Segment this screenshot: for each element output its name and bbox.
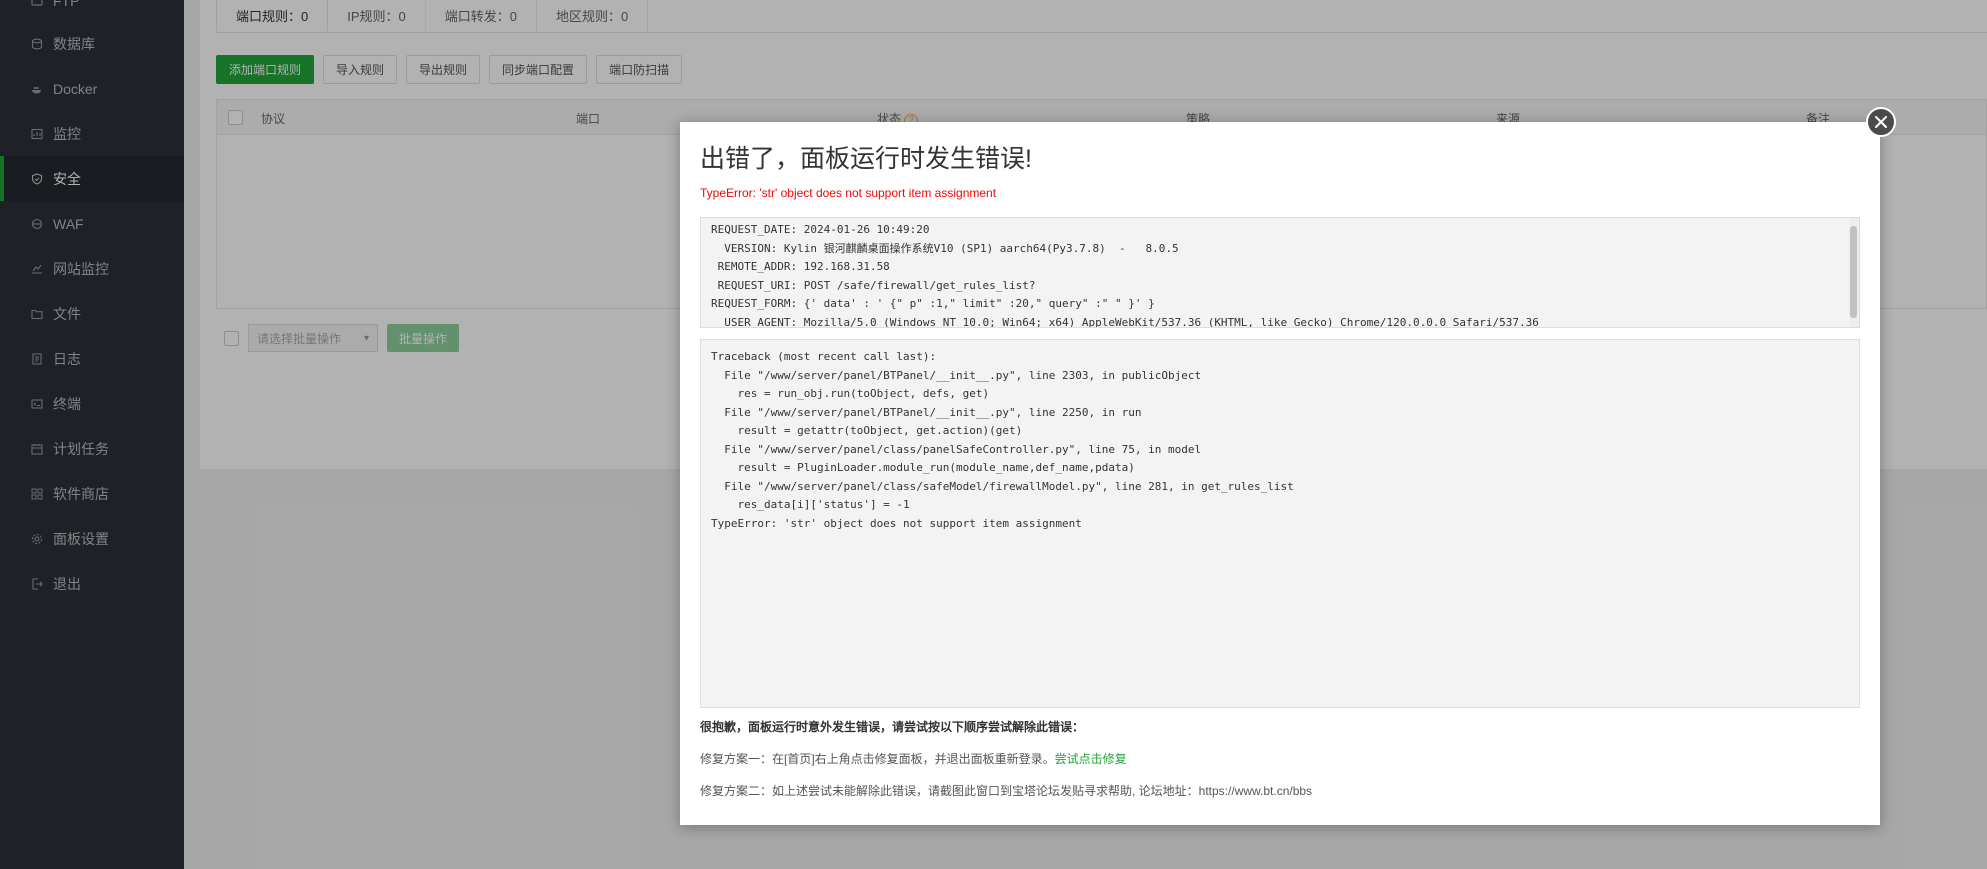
traceback-line: File "/www/server/panel/class/safeModel/… bbox=[711, 479, 1294, 493]
request-info-box[interactable]: REQUEST_DATE: 2024-01-26 10:49:20 VERSIO… bbox=[700, 217, 1860, 328]
request-line: REQUEST_DATE: 2024-01-26 10:49:20 bbox=[711, 223, 930, 236]
traceback-line: Traceback (most recent call last): bbox=[711, 350, 937, 363]
dialog-error-line: TypeError: 'str' object does not support… bbox=[700, 186, 997, 200]
traceback-line: res_data[i]['status'] = -1 bbox=[711, 498, 910, 511]
scrollbar-thumb[interactable] bbox=[1850, 226, 1857, 318]
fix-option-two: 修复方案二：如上述尝试未能解除此错误，请截图此窗口到宝塔论坛发贴寻求帮助, 论坛… bbox=[700, 784, 1313, 798]
dialog-title: 出错了，面板运行时发生错误! bbox=[700, 145, 1032, 173]
request-line: REQUEST_URI: POST /safe/firewall/get_rul… bbox=[711, 278, 1036, 292]
fix-option-one-text: 修复方案一：在[首页]右上角点击修复面板，并退出面板重新登录。 bbox=[700, 752, 1055, 766]
fix-option-one: 修复方案一：在[首页]右上角点击修复面板，并退出面板重新登录。尝试点击修复 bbox=[700, 750, 1127, 767]
traceback-line: TypeError: 'str' object does not support… bbox=[711, 516, 1082, 530]
request-line: REQUEST_FORM: {' data' : ' {" p" :1," li… bbox=[711, 297, 1155, 310]
close-dialog-button[interactable] bbox=[1866, 107, 1896, 137]
try-repair-link[interactable]: 尝试点击修复 bbox=[1055, 752, 1127, 766]
scrollbar[interactable] bbox=[1849, 218, 1859, 327]
help-text: 很抱歉，面板运行时意外发生错误，请尝试按以下顺序尝试解除此错误： bbox=[700, 720, 1085, 734]
traceback-box[interactable]: Traceback (most recent call last): File … bbox=[700, 339, 1860, 708]
traceback-line: File "/www/server/panel/BTPanel/__init__… bbox=[711, 368, 1202, 382]
close-icon bbox=[1875, 116, 1887, 128]
traceback-line: result = PluginLoader.module_run(module_… bbox=[711, 461, 1135, 474]
error-dialog: 出错了，面板运行时发生错误! TypeError: 'str' object d… bbox=[680, 122, 1880, 825]
request-line: VERSION: Kylin 银河麒麟桌面操作系统V10 (SP1) aarch… bbox=[711, 241, 1179, 255]
traceback-line: result = getattr(toObject, get.action)(g… bbox=[711, 424, 1023, 437]
traceback-line: File "/www/server/panel/class/panelSafeC… bbox=[711, 442, 1202, 456]
request-line: USER_AGENT: Mozilla/5.0 (Windows NT 10.0… bbox=[711, 315, 1539, 328]
request-line: REMOTE_ADDR: 192.168.31.58 bbox=[711, 260, 890, 273]
traceback-line: File "/www/server/panel/BTPanel/__init__… bbox=[711, 405, 1142, 419]
traceback-line: res = run_obj.run(toObject, defs, get) bbox=[711, 387, 990, 400]
